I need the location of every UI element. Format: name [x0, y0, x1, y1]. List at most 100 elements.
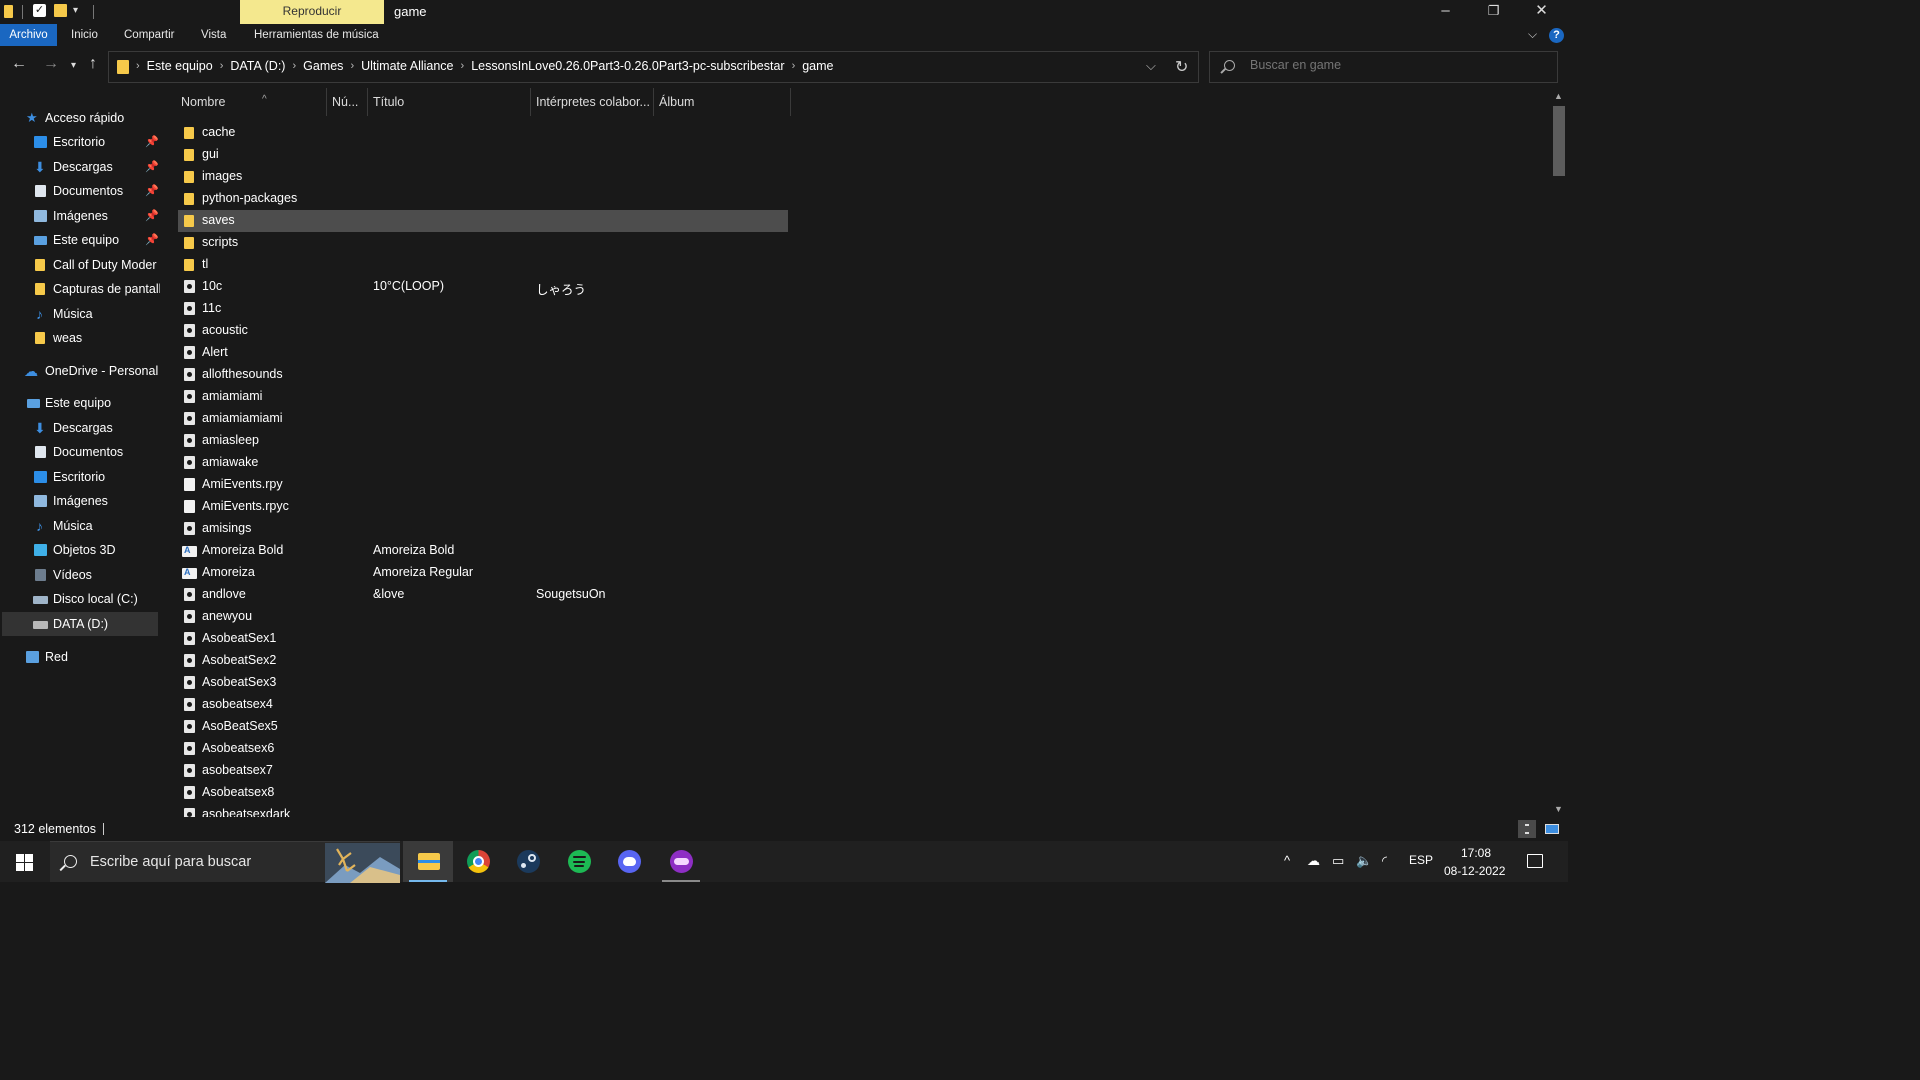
nav-onedrive[interactable]: ☁ OneDrive - Personal: [0, 359, 160, 383]
table-row[interactable]: 10c 10°C(LOOP) しゃろう: [178, 276, 788, 298]
breadcrumb-item[interactable]: game: [796, 59, 839, 73]
taskbar-chrome[interactable]: [453, 841, 503, 882]
contextual-tab-play[interactable]: Reproducir: [240, 0, 384, 24]
nav-item-este-equipo[interactable]: Este equipo 📌: [0, 228, 160, 252]
nav-item-capturas[interactable]: Capturas de pantall: [0, 277, 160, 301]
chevron-down-icon[interactable]: ⌵: [1146, 58, 1156, 74]
clock-date[interactable]: 08-12-2022: [1444, 864, 1505, 878]
table-row[interactable]: amiamiamiami: [178, 408, 788, 430]
nav-pc-musica[interactable]: ♪ Música: [0, 514, 160, 538]
table-row[interactable]: anewyou: [178, 606, 788, 628]
nav-pc-descargas[interactable]: ⬇ Descargas: [0, 416, 160, 440]
nav-network[interactable]: Red: [0, 645, 160, 669]
search-input[interactable]: [1250, 58, 1540, 72]
up-button[interactable]: ↑: [89, 55, 97, 73]
tab-file[interactable]: Archivo: [0, 24, 57, 46]
table-row[interactable]: images: [178, 166, 788, 188]
table-row[interactable]: Asobeatsex6: [178, 738, 788, 760]
nav-pc-objetos-3d[interactable]: Objetos 3D: [0, 538, 160, 562]
taskbar-search[interactable]: Escribe aquí para buscar: [50, 841, 400, 883]
back-button[interactable]: ←: [11, 55, 27, 73]
new-folder-icon[interactable]: [54, 4, 67, 17]
breadcrumb-item[interactable]: Ultimate Alliance: [355, 59, 459, 73]
table-row[interactable]: Amoreiza Amoreiza Regular: [178, 562, 788, 584]
table-row[interactable]: Asobeatsex8: [178, 782, 788, 804]
nav-pc-imagenes[interactable]: Imágenes: [0, 489, 160, 513]
nav-item-escritorio[interactable]: Escritorio 📌: [0, 130, 160, 154]
tab-music-tools[interactable]: Herramientas de música: [244, 24, 389, 46]
nav-item-musica[interactable]: ♪ Música: [0, 302, 160, 326]
recent-locations-icon[interactable]: ▾: [71, 60, 76, 71]
column-header-number[interactable]: Nú...: [327, 88, 367, 116]
details-view-button[interactable]: [1518, 820, 1536, 838]
table-row[interactable]: allofthesounds: [178, 364, 788, 386]
table-row[interactable]: tl: [178, 254, 788, 276]
table-row[interactable]: AmiEvents.rpyc: [178, 496, 788, 518]
table-row[interactable]: python-packages: [178, 188, 788, 210]
breadcrumb-item[interactable]: Este equipo: [141, 59, 219, 73]
start-button[interactable]: [16, 854, 33, 871]
table-row[interactable]: saves: [178, 210, 788, 232]
nav-pc-documentos[interactable]: Documentos: [0, 440, 160, 464]
pin-icon[interactable]: 📌: [145, 155, 159, 179]
table-row[interactable]: amisings: [178, 518, 788, 540]
column-header-title[interactable]: Título: [368, 88, 530, 116]
column-header-artists[interactable]: Intérpretes colabor...: [531, 88, 653, 116]
breadcrumb-item[interactable]: Games: [297, 59, 349, 73]
table-row[interactable]: AsobeatSex2: [178, 650, 788, 672]
nav-pc-escritorio[interactable]: Escritorio: [0, 465, 160, 489]
battery-icon[interactable]: ▭: [1332, 853, 1344, 869]
search-box[interactable]: [1209, 51, 1558, 83]
tab-home[interactable]: Inicio: [61, 24, 108, 46]
breadcrumb-item[interactable]: DATA (D:): [224, 59, 291, 73]
help-icon[interactable]: ?: [1549, 28, 1564, 43]
table-row[interactable]: amiamiami: [178, 386, 788, 408]
language-indicator[interactable]: ESP: [1409, 853, 1433, 867]
customize-toolbar-icon[interactable]: ▾: [73, 5, 78, 16]
scroll-up-icon[interactable]: ▲: [1554, 91, 1563, 101]
pin-icon[interactable]: 📌: [145, 228, 159, 252]
table-row[interactable]: andlove &love SougetsuOn: [178, 584, 788, 606]
minimize-icon[interactable]: –: [1422, 0, 1469, 24]
nav-item-imagenes[interactable]: Imágenes 📌: [0, 204, 160, 228]
scroll-down-icon[interactable]: ▼: [1554, 804, 1563, 814]
tab-share[interactable]: Compartir: [114, 24, 184, 46]
pin-icon[interactable]: 📌: [145, 130, 159, 154]
column-divider[interactable]: [790, 88, 791, 116]
table-row[interactable]: scripts: [178, 232, 788, 254]
properties-icon[interactable]: ✓: [33, 4, 46, 17]
large-icons-view-button[interactable]: [1543, 820, 1561, 838]
breadcrumb-item[interactable]: LessonsInLove0.26.0Part3-0.26.0Part3-pc-…: [465, 59, 790, 73]
vertical-scrollbar[interactable]: ▲ ▼: [1550, 88, 1568, 817]
taskbar-steam[interactable]: [503, 841, 553, 882]
nav-item-documentos[interactable]: Documentos 📌: [0, 179, 160, 203]
table-row[interactable]: AsoBeatSex5: [178, 716, 788, 738]
nav-pc-disco-c[interactable]: Disco local (C:): [0, 587, 160, 611]
table-row[interactable]: asobeatsex7: [178, 760, 788, 782]
table-row[interactable]: amiawake: [178, 452, 788, 474]
show-hidden-icons-icon[interactable]: ^: [1284, 853, 1290, 868]
table-row[interactable]: Alert: [178, 342, 788, 364]
scrollbar-thumb[interactable]: [1553, 106, 1565, 176]
tab-view[interactable]: Vista: [191, 24, 236, 46]
taskbar-discord[interactable]: [604, 841, 654, 882]
nav-pc-data-d[interactable]: DATA (D:): [2, 612, 158, 636]
pin-icon[interactable]: 📌: [145, 179, 159, 203]
table-row[interactable]: asobeatsex4: [178, 694, 788, 716]
close-icon[interactable]: ✕: [1518, 0, 1565, 24]
address-bar[interactable]: › Este equipo › DATA (D:) › Games › Ulti…: [108, 51, 1199, 83]
pin-icon[interactable]: 📌: [145, 204, 159, 228]
volume-icon[interactable]: 🔈: [1356, 853, 1372, 869]
table-row[interactable]: 11c: [178, 298, 788, 320]
nav-item-descargas[interactable]: ⬇ Descargas 📌: [0, 155, 160, 179]
nav-this-pc[interactable]: Este equipo: [0, 391, 160, 415]
table-row[interactable]: AsobeatSex3: [178, 672, 788, 694]
nav-pc-videos[interactable]: Vídeos: [0, 563, 160, 587]
column-header-name[interactable]: Nombre ^: [176, 88, 326, 116]
refresh-icon[interactable]: ↻: [1175, 57, 1188, 77]
table-row[interactable]: AsobeatSex1: [178, 628, 788, 650]
wifi-icon[interactable]: ◜: [1382, 853, 1387, 869]
table-row[interactable]: gui: [178, 144, 788, 166]
taskbar-file-explorer[interactable]: [403, 841, 453, 882]
column-header-album[interactable]: Álbum: [654, 88, 790, 116]
